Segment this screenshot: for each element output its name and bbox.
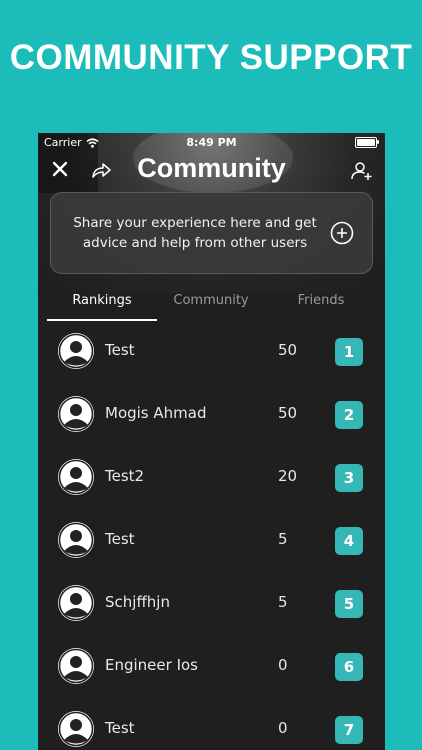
user-avatar-icon bbox=[58, 711, 94, 747]
tab-friends[interactable]: Friends bbox=[266, 293, 376, 308]
user-score: 0 bbox=[278, 656, 288, 674]
user-avatar-icon bbox=[58, 522, 94, 558]
user-score: 5 bbox=[278, 530, 288, 548]
user-name: Schjffhjn bbox=[105, 593, 170, 611]
tab-rankings[interactable]: Rankings bbox=[47, 293, 157, 308]
rank-badge: 5 bbox=[335, 590, 363, 618]
user-score: 50 bbox=[278, 404, 298, 422]
status-bar: Carrier 8:49 PM bbox=[38, 133, 385, 151]
list-item[interactable]: Mogis Ahmad 50 2 bbox=[38, 384, 385, 447]
user-name: Test bbox=[105, 341, 135, 359]
list-item[interactable]: Test 50 1 bbox=[38, 321, 385, 384]
user-avatar-icon bbox=[58, 648, 94, 684]
add-friend-icon[interactable] bbox=[349, 159, 373, 183]
rank-badge: 4 bbox=[335, 527, 363, 555]
rank-badge: 6 bbox=[335, 653, 363, 681]
user-name: Test2 bbox=[105, 467, 145, 485]
user-avatar-icon bbox=[58, 459, 94, 495]
plus-circle-icon[interactable] bbox=[330, 221, 354, 245]
user-score: 20 bbox=[278, 467, 298, 485]
list-item[interactable]: Schjffhjn 5 5 bbox=[38, 573, 385, 636]
tab-bar: Rankings Community Friends bbox=[38, 283, 385, 321]
user-name: Test bbox=[105, 530, 135, 548]
rank-badge: 2 bbox=[335, 401, 363, 429]
user-name: Mogis Ahmad bbox=[105, 404, 207, 422]
rank-badge: 7 bbox=[335, 716, 363, 744]
rank-badge: 1 bbox=[335, 338, 363, 366]
rank-badge: 3 bbox=[335, 464, 363, 492]
tab-community[interactable]: Community bbox=[156, 293, 266, 308]
share-message: Share your experience here and get advic… bbox=[73, 215, 317, 251]
user-avatar-icon bbox=[58, 396, 94, 432]
phone-screen: Carrier 8:49 PM Community Share your exp… bbox=[38, 133, 385, 750]
list-item[interactable]: Engineer Ios 0 6 bbox=[38, 636, 385, 699]
nav-bar: Community bbox=[38, 151, 385, 191]
list-item[interactable]: Test 5 4 bbox=[38, 510, 385, 573]
user-name: Test bbox=[105, 719, 135, 737]
status-time: 8:49 PM bbox=[186, 136, 237, 149]
user-score: 5 bbox=[278, 593, 288, 611]
list-item[interactable]: Test 0 7 bbox=[38, 699, 385, 750]
list-item[interactable]: Test2 20 3 bbox=[38, 447, 385, 510]
user-score: 50 bbox=[278, 341, 298, 359]
user-name: Engineer Ios bbox=[105, 656, 198, 674]
battery-icon bbox=[355, 137, 379, 148]
user-score: 0 bbox=[278, 719, 288, 737]
user-avatar-icon bbox=[58, 585, 94, 621]
share-experience-card[interactable]: Share your experience here and get advic… bbox=[50, 192, 373, 274]
promo-title: COMMUNITY SUPPORT bbox=[9, 38, 413, 77]
user-avatar-icon bbox=[58, 333, 94, 369]
page-title: Community bbox=[137, 153, 286, 183]
